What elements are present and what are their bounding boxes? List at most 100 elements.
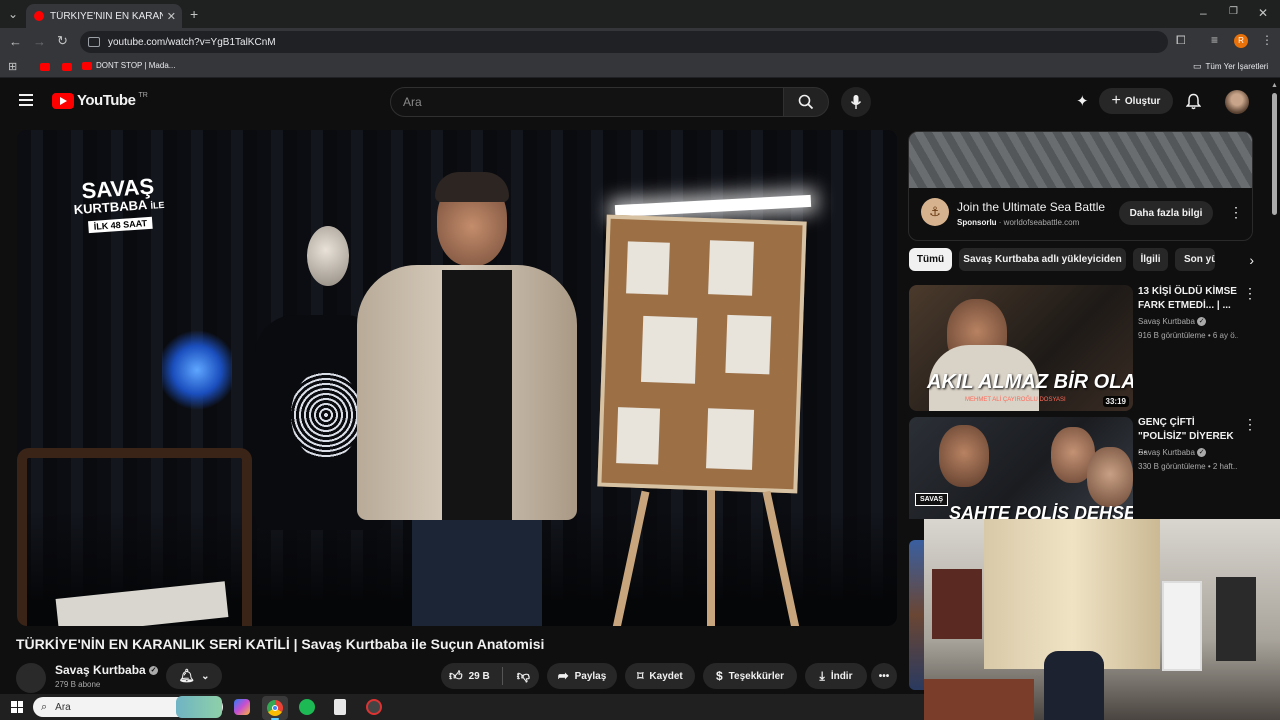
chip-recent[interactable]: Son yü bbox=[1175, 248, 1215, 271]
like-dislike-group: 👍︎ 29 B 👎︎ bbox=[441, 663, 539, 689]
address-bar[interactable]: youtube.com/watch?v=YgB1TalKCnM bbox=[80, 31, 1168, 53]
back-icon[interactable]: ← bbox=[9, 34, 22, 49]
microphone-icon bbox=[850, 95, 862, 109]
bookmark-youtube-icon[interactable] bbox=[62, 63, 72, 71]
copilot-icon[interactable] bbox=[234, 699, 250, 715]
recommendation-thumbnail[interactable]: AKIL ALMAZ BİR OLAY MEHMET ALİ ÇAYIROĞLU… bbox=[909, 285, 1133, 411]
recommendation-title-line1: GENÇ ÇİFTİ bbox=[1138, 417, 1195, 428]
url-text: youtube.com/watch?v=YgB1TalKCnM bbox=[108, 36, 276, 48]
profile-avatar[interactable]: R bbox=[1234, 34, 1248, 48]
scroll-up-icon[interactable]: ▲ bbox=[1271, 82, 1278, 89]
like-divider bbox=[501, 667, 503, 685]
video-player[interactable]: SAVAŞ KURTBABA İLE İLK 48 SAAT bbox=[17, 130, 897, 626]
user-avatar[interactable] bbox=[1225, 90, 1249, 114]
search-button[interactable] bbox=[783, 87, 829, 117]
close-window-icon[interactable]: ✕ bbox=[1258, 6, 1268, 20]
recommendation-more-icon[interactable]: ⋮ bbox=[1243, 416, 1257, 433]
channel-name[interactable]: Savaş Kurtbaba ✓ bbox=[55, 663, 159, 677]
thanks-button[interactable]: $ Teşekkürler bbox=[703, 663, 797, 689]
chip-related[interactable]: İlgili bbox=[1133, 248, 1168, 271]
recommendation-more-icon[interactable]: ⋮ bbox=[1243, 285, 1257, 302]
video-title: TÜRKİYE'NİN EN KARANLIK SERİ KATİLİ | Sa… bbox=[16, 636, 545, 652]
sponsored-ad-card[interactable]: ⚓︎ Join the Ultimate Sea Battle Sponsorl… bbox=[908, 131, 1253, 241]
windows-start-icon[interactable] bbox=[11, 701, 23, 713]
blue-studio-light bbox=[162, 330, 232, 410]
extensions-icon[interactable]: ⧠ bbox=[1176, 33, 1186, 48]
show-logo-line4: İLK 48 SAAT bbox=[88, 216, 153, 234]
new-tab-icon[interactable]: + bbox=[190, 6, 198, 22]
youtube-logo[interactable]: YouTube TR bbox=[52, 92, 148, 109]
thumbnail-subline: MEHMET ALİ ÇAYIROĞLU DOSYASI bbox=[965, 397, 1066, 403]
create-button[interactable]: + Oluştur bbox=[1099, 88, 1173, 114]
close-tab-icon[interactable]: ✕ bbox=[167, 10, 176, 23]
reload-icon[interactable]: ↻ bbox=[57, 33, 68, 49]
more-actions-button[interactable]: ••• bbox=[871, 663, 897, 689]
chip-from-uploader[interactable]: Savaş Kurtbaba adlı yükleyiciden bbox=[959, 248, 1126, 271]
restore-icon[interactable]: ❐ bbox=[1229, 6, 1238, 17]
browser-menu-icon[interactable]: ⋮ bbox=[1261, 33, 1273, 47]
recommendation-thumbnail[interactable]: SAVAŞ SAHTE POLİS DEHŞETİ bbox=[909, 417, 1133, 519]
save-button[interactable]: ⌑ Kaydet bbox=[625, 663, 695, 689]
ad-banner-image bbox=[909, 132, 1252, 188]
webcam-overlay bbox=[924, 519, 1280, 720]
hamburger-menu-icon[interactable] bbox=[19, 94, 33, 106]
chip-all[interactable]: Tümü bbox=[909, 248, 952, 271]
notifications-bell-icon[interactable] bbox=[1186, 93, 1201, 110]
bookmarks-bar: ⊞ DONT STOP | Mada... ▭ Tüm Yer İşaretle… bbox=[0, 56, 1280, 78]
media-control-icon[interactable]: ≡ bbox=[1211, 33, 1218, 47]
share-button[interactable]: ➦ Paylaş bbox=[547, 663, 617, 689]
notepad-icon[interactable] bbox=[334, 699, 346, 715]
suspect-photo bbox=[626, 241, 670, 295]
verified-badge-icon: ✓ bbox=[149, 666, 159, 676]
super-thanks-icon: $ bbox=[715, 669, 723, 683]
spotify-icon[interactable] bbox=[299, 699, 315, 715]
thumbnail-headline: AKIL ALMAZ BİR OLAY bbox=[927, 371, 1133, 393]
presenter-shirt bbox=[442, 270, 512, 520]
bookmark-youtube-icon[interactable] bbox=[40, 63, 50, 71]
channel-avatar[interactable] bbox=[16, 663, 46, 693]
subscribed-notifications-button[interactable]: 🔔︎ ⌄ bbox=[166, 663, 222, 689]
chrome-icon-center bbox=[272, 705, 278, 711]
all-bookmarks-label: Tüm Yer İşaretleri bbox=[1205, 62, 1269, 71]
chevron-right-icon: › bbox=[1249, 252, 1254, 268]
forward-icon[interactable]: → bbox=[33, 34, 46, 49]
recommendation-channel[interactable]: Savaş Kurtbaba ✓ bbox=[1138, 446, 1238, 460]
premium-feature-icon[interactable]: ✦ bbox=[1076, 92, 1089, 110]
plus-icon: + bbox=[1111, 92, 1121, 109]
ad-cta-button[interactable]: Daha fazla bilgi bbox=[1119, 201, 1213, 225]
bookmark-dont-stop[interactable]: DONT STOP | Mada... bbox=[82, 61, 175, 70]
all-bookmarks[interactable]: ▭ Tüm Yer İşaretleri bbox=[1193, 61, 1268, 72]
page-scrollbar[interactable] bbox=[1272, 93, 1277, 215]
app-icon[interactable] bbox=[366, 699, 382, 715]
more-horizontal-icon: ••• bbox=[878, 670, 890, 682]
voice-search-button[interactable] bbox=[841, 87, 871, 117]
verified-badge-icon: ✓ bbox=[1197, 317, 1207, 327]
thumbnail-headline: SAHTE POLİS DEHŞETİ bbox=[949, 503, 1133, 519]
share-arrow-icon: ➦ bbox=[557, 668, 569, 683]
presenter-jeans bbox=[412, 520, 542, 626]
ad-more-icon[interactable]: ⋮ bbox=[1229, 204, 1243, 221]
share-label: Paylaş bbox=[574, 670, 607, 682]
bookmark-youtube-icon bbox=[82, 61, 92, 70]
download-button[interactable]: ⤓ İndir bbox=[805, 663, 867, 689]
browser-tab-active[interactable]: TÜRKİYE'NİN EN KARANLIK SERİ KATİLİ | Sa… bbox=[26, 4, 182, 28]
recommendation-channel-name: Savaş Kurtbaba bbox=[1138, 448, 1195, 457]
taskbar-search-placeholder: Ara bbox=[55, 701, 71, 713]
dislike-button[interactable]: 👎︎ bbox=[517, 668, 530, 684]
chips-next-button[interactable]: › bbox=[1220, 246, 1254, 274]
search-input[interactable]: Ara bbox=[390, 87, 784, 117]
bookmark-icon: ⌑ bbox=[637, 669, 644, 683]
recommendation-thumbnail-partial[interactable] bbox=[909, 540, 924, 690]
chrome-taskbar-button[interactable] bbox=[262, 696, 288, 720]
apps-grid-icon[interactable]: ⊞ bbox=[8, 60, 17, 73]
folder-icon: ▭ bbox=[1193, 61, 1202, 71]
site-info-icon[interactable] bbox=[88, 37, 100, 47]
video-duration: 33:19 bbox=[1102, 396, 1129, 407]
recommendation-channel[interactable]: Savaş Kurtbaba ✓ bbox=[1138, 315, 1238, 329]
recommendation-title[interactable]: 13 KİŞİ ÖLDÜ KİMSE FARK ETMEDİ... | ... bbox=[1138, 285, 1238, 313]
like-button[interactable]: 👍︎ 29 B bbox=[449, 668, 490, 684]
youtube-favicon-icon bbox=[34, 11, 44, 21]
download-label: İndir bbox=[830, 670, 853, 682]
tab-search-chevron-icon[interactable]: ⌄ bbox=[8, 7, 18, 21]
minimize-icon[interactable]: – bbox=[1200, 6, 1207, 20]
